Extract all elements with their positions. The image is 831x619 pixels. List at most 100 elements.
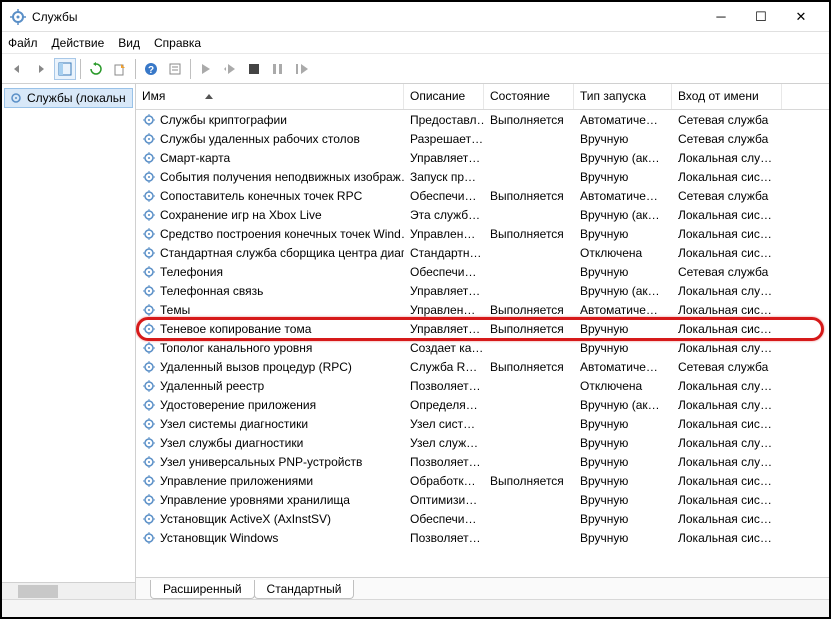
service-desc: Запуск пр… [404,170,484,184]
gear-icon [9,91,23,105]
service-startup: Вручную [574,455,672,469]
menu-view[interactable]: Вид [118,36,140,50]
service-state: Выполняется [484,474,574,488]
service-name: Установщик Windows [160,531,278,545]
menu-help[interactable]: Справка [154,36,201,50]
gear-icon [142,436,156,450]
stop-service-button[interactable] [243,58,265,80]
sidebar-root-services[interactable]: Службы (локальн [4,88,133,108]
table-row[interactable]: Телефонная связьУправляет…Вручную (ак…Ло… [136,281,829,300]
service-state: Выполняется [484,360,574,374]
gear-icon [142,132,156,146]
table-row[interactable]: Тополог канального уровняСоздает ка…Вруч… [136,338,829,357]
gear-icon [142,360,156,374]
service-desc: Обеспечи… [404,512,484,526]
table-row[interactable]: Службы удаленных рабочих столовРазрешает… [136,129,829,148]
table-row[interactable]: События получения неподвижных изображ…За… [136,167,829,186]
gear-icon [142,493,156,507]
service-state: Выполняется [484,227,574,241]
service-logon: Локальная сис… [672,246,782,260]
service-desc: Позволяет… [404,455,484,469]
table-row[interactable]: Установщик WindowsПозволяет…ВручнуюЛокал… [136,528,829,547]
service-startup: Вручную [574,474,672,488]
pause-service-button[interactable] [267,58,289,80]
table-row[interactable]: Сопоставитель конечных точек RPCОбеспечи… [136,186,829,205]
gear-icon [142,151,156,165]
table-row[interactable]: ТелефонияОбеспечи…ВручнуюСетевая служба [136,262,829,281]
minimize-button[interactable]: ─ [701,3,741,31]
toolbar: ? [2,54,829,84]
export-button[interactable] [109,58,131,80]
tab-standard[interactable]: Стандартный [254,580,355,599]
help-button[interactable]: ? [140,58,162,80]
table-row[interactable]: Стандартная служба сборщика центра диаг…… [136,243,829,262]
back-button[interactable] [6,58,28,80]
col-desc[interactable]: Описание [404,84,484,109]
table-row[interactable]: Теневое копирование томаУправляет…Выполн… [136,319,829,338]
tab-extended[interactable]: Расширенный [150,580,255,599]
service-logon: Локальная сис… [672,227,782,241]
start-service-button[interactable] [195,58,217,80]
menu-file[interactable]: Файл [8,36,38,50]
col-state[interactable]: Состояние [484,84,574,109]
service-name: Узел универсальных PNP-устройств [160,455,362,469]
refresh-button[interactable] [85,58,107,80]
service-name: Тополог канального уровня [160,341,312,355]
service-name: Управление приложениями [160,474,313,488]
service-desc: Управлен… [404,303,484,317]
service-startup: Вручную [574,170,672,184]
col-name[interactable]: Имя [136,84,404,109]
gear-icon [142,341,156,355]
table-row[interactable]: Узел системы диагностикиУзел сист…Вручну… [136,414,829,433]
col-startup[interactable]: Тип запуска [574,84,672,109]
service-desc: Узел служ… [404,436,484,450]
svg-text:?: ? [148,65,154,76]
table-row[interactable]: Узел службы диагностикиУзел служ…Вручную… [136,433,829,452]
maximize-button[interactable]: ☐ [741,3,781,31]
service-startup: Вручную (ак… [574,284,672,298]
sidebar-hscrollbar[interactable] [2,582,136,599]
service-desc: Стандартн… [404,246,484,260]
titlebar: Службы ─ ☐ ✕ [2,2,829,32]
table-row[interactable]: Удаленный вызов процедур (RPC)Служба R…В… [136,357,829,376]
service-list-panel: Имя Описание Состояние Тип запуска Вход … [136,84,829,599]
show-hide-tree-button[interactable] [54,58,76,80]
table-row[interactable]: Узел универсальных PNP-устройств Позволяе… [136,452,829,471]
resume-service-button[interactable] [291,58,313,80]
statusbar [2,599,829,617]
forward-button[interactable] [30,58,52,80]
service-name: Удостоверение приложения [160,398,316,412]
table-row[interactable]: Удаленный реестрПозволяет…ОтключенаЛокал… [136,376,829,395]
restart-service-button[interactable] [219,58,241,80]
service-desc: Управлен… [404,227,484,241]
table-row[interactable]: Управление уровнями хранилищаОптимизи…Вр… [136,490,829,509]
service-rows[interactable]: Службы криптографииПредоставл…Выполняетс… [136,110,829,577]
service-logon: Сетевая служба [672,360,782,374]
table-row[interactable]: Управление приложениямиОбработк…Выполняе… [136,471,829,490]
service-logon: Локальная слу… [672,455,782,469]
service-name: Темы [160,303,190,317]
table-row[interactable]: Службы криптографииПредоставл…Выполняетс… [136,110,829,129]
service-name: Сопоставитель конечных точек RPC [160,189,362,203]
service-logon: Локальная сис… [672,531,782,545]
service-name: Установщик ActiveX (AxInstSV) [160,512,331,526]
menubar: Файл Действие Вид Справка [2,32,829,54]
service-name: Сохранение игр на Xbox Live [160,208,322,222]
close-button[interactable]: ✕ [781,3,821,31]
table-row[interactable]: Средство построения конечных точек Wind…… [136,224,829,243]
table-row[interactable]: Сохранение игр на Xbox LiveЭта служб…Вру… [136,205,829,224]
service-state: Выполняется [484,322,574,336]
table-row[interactable]: Установщик ActiveX (AxInstSV)Обеспечи…Вр… [136,509,829,528]
col-logon[interactable]: Вход от имени [672,84,782,109]
service-desc: Служба R… [404,360,484,374]
properties-button[interactable] [164,58,186,80]
app-gear-icon [10,9,26,25]
service-desc: Управляет… [404,151,484,165]
gear-icon [142,512,156,526]
gear-icon [142,265,156,279]
table-row[interactable]: Удостоверение приложенияОпределя…Вручную… [136,395,829,414]
table-row[interactable]: Смарт-картаУправляет…Вручную (ак…Локальн… [136,148,829,167]
window-title: Службы [32,10,701,24]
table-row[interactable]: ТемыУправлен…ВыполняетсяАвтоматиче…Локал… [136,300,829,319]
menu-action[interactable]: Действие [52,36,105,50]
